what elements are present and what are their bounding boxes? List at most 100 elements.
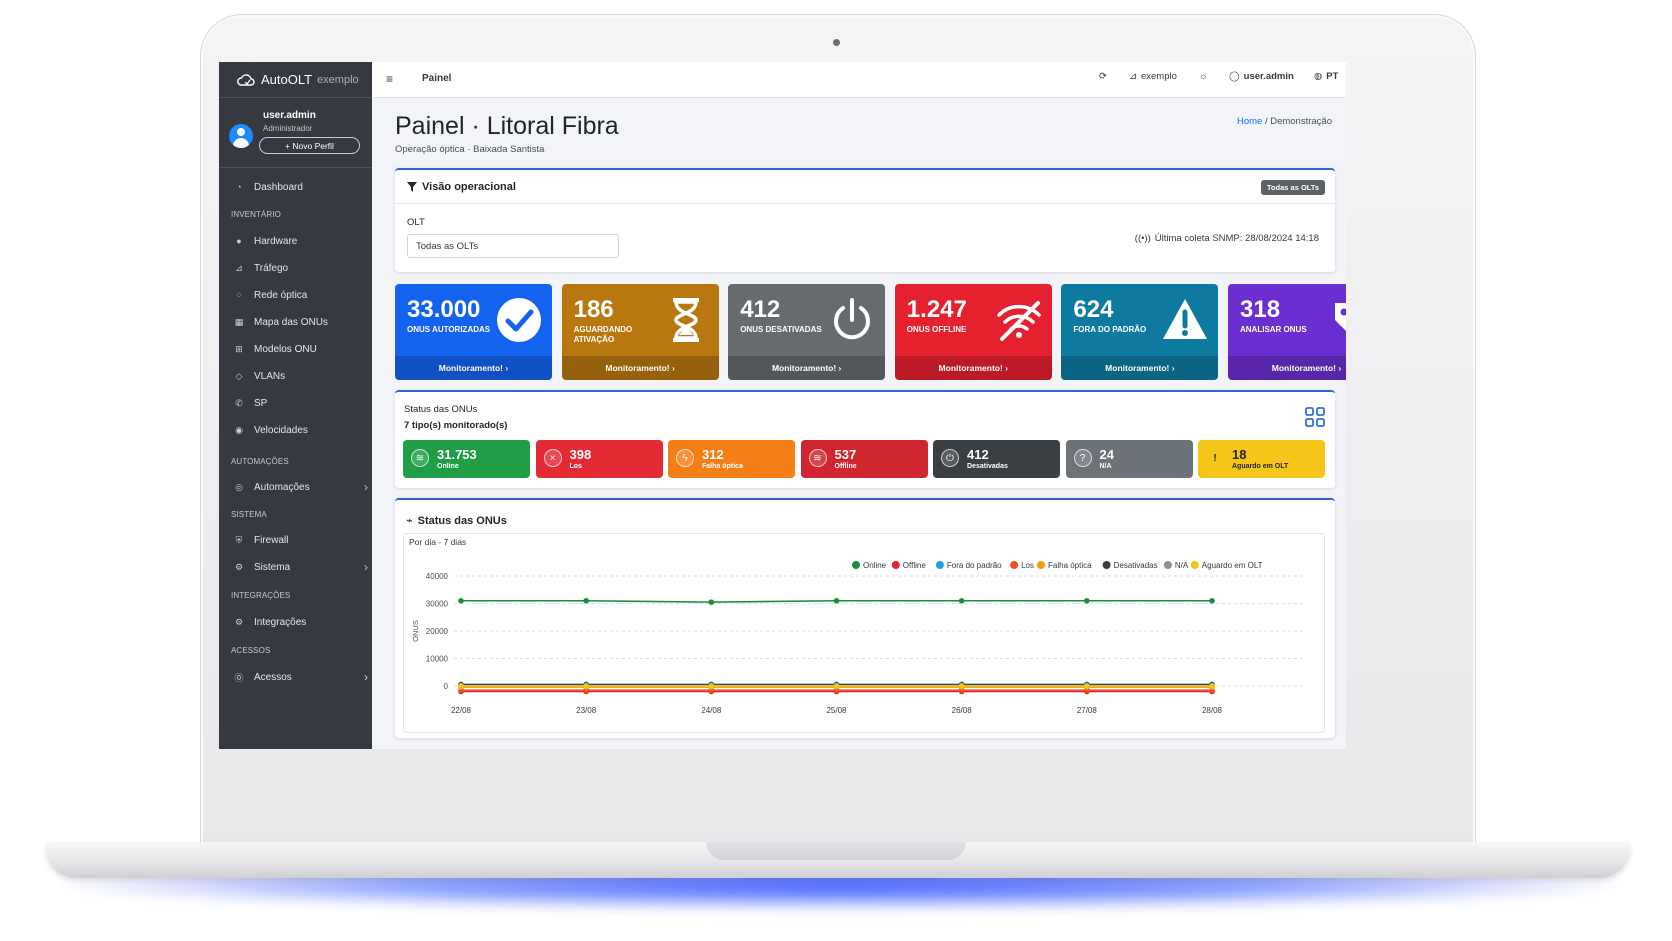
wifi-icon: ≋	[808, 449, 827, 467]
legend-marker	[1190, 561, 1199, 569]
legend-label: Online	[863, 561, 887, 570]
kpi-value: 412	[740, 296, 781, 323]
kpi-card[interactable]: 318 ANALISAR ONUS Monitoramento! ›	[1228, 284, 1346, 380]
question-icon: ?	[1073, 449, 1092, 467]
sidebar-item-automacoes[interactable]: ◎ Automações ›	[219, 476, 384, 498]
x-tick-label: 25/08	[826, 706, 847, 715]
main-content: Painel · Litoral Fibra Operação óptica ·…	[372, 98, 1346, 749]
kpi-footer-link[interactable]: Monitoramento! ›	[561, 356, 719, 380]
status-pill-value: 24	[1099, 447, 1114, 462]
sidebar-item-sp[interactable]: ✆ SP	[219, 392, 384, 414]
onu-status-chart-card: ⌁ Status das ONUs Por dia - 7 dias 0 1000…	[395, 498, 1335, 738]
kpi-card[interactable]: 33.000 ONUS AUTORIZADAS Monitoramento! ›	[395, 284, 552, 380]
status-pill[interactable]: ? 24 N/A	[1065, 440, 1193, 478]
legend-marker	[1163, 561, 1172, 569]
legend-marker	[852, 561, 860, 569]
y-axis-label: ONUS	[411, 620, 420, 642]
brand[interactable]: AutoOLT exemplo	[219, 62, 372, 98]
status-pill[interactable]: ! 18 Aguardo em OLT	[1198, 440, 1325, 478]
power-icon: ⏻	[941, 449, 959, 467]
broadcast-icon: ((•))	[1134, 233, 1151, 244]
map-icon: ▦	[234, 316, 244, 327]
status-pill[interactable]: ϟ 312 Falha óptica	[668, 440, 795, 478]
kpi-footer-link[interactable]: Monitoramento! ›	[1061, 356, 1219, 380]
data-point	[458, 597, 464, 604]
user-name[interactable]: user.admin	[263, 110, 316, 121]
sidebar-item-acessos[interactable]: ⓪ Acessos ›	[219, 666, 384, 688]
sidebar-item-label: Dashboard	[254, 181, 303, 193]
olt-select[interactable]: Todas as OLTs	[407, 234, 619, 258]
kpi-value: 624	[1073, 296, 1114, 323]
language-menu[interactable]: ◍ PT	[1314, 71, 1338, 82]
sidebar-item-firewall[interactable]: ⛨ Firewall	[219, 529, 384, 551]
kpi-label: AGUARDANDO ATIVAÇÃO	[573, 325, 633, 344]
key-icon: ⓪	[234, 672, 244, 683]
grid-view-icon[interactable]	[1305, 407, 1325, 427]
tag-icon	[1327, 295, 1346, 345]
data-point	[1084, 597, 1090, 604]
status-pill[interactable]: × 398 Los	[535, 440, 663, 478]
theme-toggle-sun-icon[interactable]: ☼	[1199, 71, 1208, 82]
hourglass-icon	[661, 295, 711, 345]
line-chart: 0 10000 20000 30000 40000 ONUS 22/08 23/08 24/08…	[411, 561, 1304, 715]
nav-header-automacoes: AUTOMAÇÕES	[231, 457, 289, 466]
plug-icon: ⚙	[234, 616, 244, 627]
data-point	[1209, 683, 1215, 689]
brand-name: AutoOLT	[261, 72, 313, 87]
status-pill[interactable]: ≋ 31.753 Online	[403, 440, 530, 478]
kpi-footer-link[interactable]: Monitoramento! ›	[894, 356, 1052, 380]
kpi-card[interactable]: 412 ONUS DESATIVADAS Monitoramento! ›	[728, 284, 886, 380]
kpi-card[interactable]: 624 FORA DO PADRÃO Monitoramento! ›	[1061, 284, 1219, 380]
sidebar-item-trafego[interactable]: ⊿ Tráfego	[219, 257, 384, 279]
sidebar-item-label: Mapa das ONUs	[254, 316, 328, 328]
nav-header-integracoes: INTEGRAÇÕES	[231, 591, 291, 600]
kpi-card[interactable]: 1.247 ONUS OFFLINE Monitoramento! ›	[894, 284, 1052, 380]
kpi-card[interactable]: 186 AGUARDANDO ATIVAÇÃO Monitoramento! ›	[561, 284, 719, 380]
x-tick-label: 27/08	[1077, 706, 1098, 715]
power-icon	[827, 295, 877, 345]
shield-icon: ⛨	[235, 534, 243, 545]
page-title: Painel · Litoral Fibra	[395, 112, 619, 140]
kpi-label: ONUS OFFLINE	[906, 325, 967, 334]
legend-label: Falha óptica	[1048, 561, 1092, 570]
user-menu[interactable]: ◯ user.admin	[1229, 71, 1294, 82]
sidebar-item-rede-optica[interactable]: ⁘ Rede óptica	[219, 284, 384, 306]
sidebar-item-modelos[interactable]: ⊞ Modelos ONU	[219, 338, 384, 360]
nav-header-sistema: SISTEMA	[231, 510, 267, 519]
warning-icon	[1160, 295, 1210, 345]
kpi-footer-link[interactable]: Monitoramento! ›	[728, 356, 886, 380]
all-olts-badge[interactable]: Todas as OLTs	[1260, 180, 1325, 195]
kpi-footer-link[interactable]: Monitoramento! ›	[1228, 356, 1346, 380]
sidebar-item-label: SP	[254, 397, 268, 409]
sidebar-item-vlans[interactable]: ◇ VLANs	[219, 365, 384, 387]
sidebar-item-label: VLANs	[254, 370, 286, 382]
menu-icon[interactable]: ≡	[386, 72, 393, 86]
bolt-icon: ϟ	[676, 449, 694, 467]
sidebar-item-hardware[interactable]: ● Hardware	[219, 230, 384, 252]
sidebar-item-sistema[interactable]: ⚙ Sistema ›	[219, 556, 384, 578]
kpi-footer-link[interactable]: Monitoramento! ›	[395, 356, 552, 380]
kpi-value: 186	[573, 296, 614, 323]
sidebar-item-dashboard[interactable]: ◔ Dashboard	[219, 176, 384, 198]
sidebar-item-integracoes[interactable]: ⚙ Integrações	[219, 611, 384, 633]
sidebar-item-mapa[interactable]: ▦ Mapa das ONUs	[219, 311, 384, 333]
x-tick-label: 24/08	[701, 706, 722, 715]
x-tick-label: 23/08	[576, 706, 597, 715]
y-tick-label: 40000	[426, 572, 449, 581]
status-pill[interactable]: ≋ 537 Offline	[800, 440, 928, 478]
laptop-notch	[706, 842, 966, 860]
new-profile-button[interactable]: + Novo Perfil	[259, 137, 360, 154]
user-role: Administrador	[263, 124, 313, 133]
legend-label: N/A	[1175, 561, 1189, 570]
chart-card-header: ⌁ Status das ONUs	[406, 514, 507, 528]
tenant-menu[interactable]: ⊿ exemplo	[1129, 71, 1177, 82]
avatar[interactable]	[229, 124, 253, 148]
status-pill[interactable]: ⏻ 412 Desativadas	[933, 440, 1060, 478]
breadcrumb-home[interactable]: Home	[1237, 116, 1262, 127]
wifi-off-icon	[994, 295, 1044, 345]
topbar: ≡ Painel ⟳ ⊿ exemplo ☼ ◯ user.admin ◍ PT	[372, 62, 1346, 98]
sidebar-item-label: Firewall	[254, 534, 289, 546]
sidebar-item-velocidades[interactable]: ◉ Velocidades	[219, 419, 384, 441]
laptop-mockup: AutoOLT exemplo user.admin Administrador…	[0, 0, 1672, 941]
refresh-icon[interactable]: ⟳	[1099, 71, 1107, 82]
